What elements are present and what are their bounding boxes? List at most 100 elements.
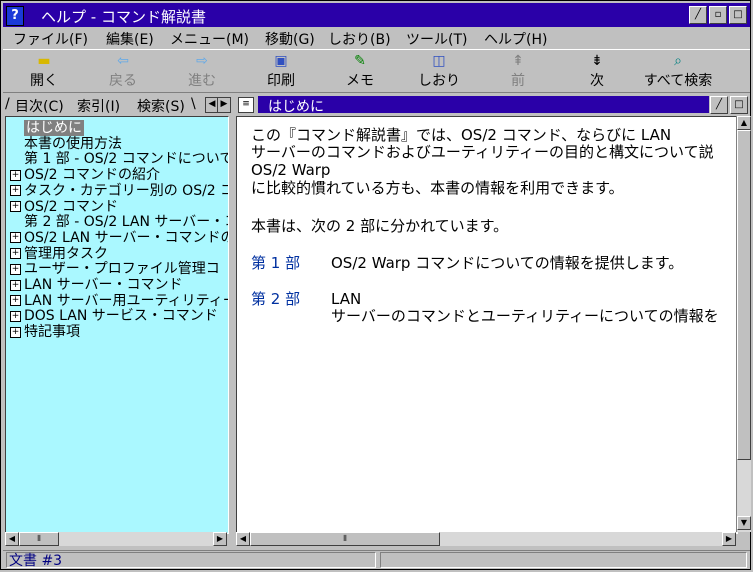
scroll-up-icon[interactable]: ▲: [737, 116, 751, 130]
parts-intro: 本書は、次の 2 部に分かれています。: [251, 217, 509, 235]
tree-item[interactable]: + 管理用タスク: [10, 246, 108, 262]
expand-plus-icon[interactable]: +: [10, 201, 21, 212]
part-1-description: OS/2 Warp コマンドについての情報を提供します。: [331, 254, 684, 272]
menu-tools[interactable]: ツール(T): [406, 29, 467, 49]
hide-window-icon[interactable]: ╱: [689, 6, 707, 24]
expand-plus-icon[interactable]: +: [10, 263, 21, 275]
pushpin-icon: ✎: [354, 53, 366, 69]
tree-item[interactable]: + LAN サーバー用ユーティリティー: [10, 292, 229, 309]
expand-plus-icon[interactable]: +: [10, 326, 21, 338]
next-button[interactable]: ⇟ 次: [567, 52, 627, 90]
forward-button[interactable]: ⇨ 進む: [172, 52, 232, 90]
tree-item-label: OS/2 コマンド: [24, 198, 118, 215]
expand-plus-icon[interactable]: +: [10, 248, 21, 260]
menu-file[interactable]: ファイル(F): [13, 29, 88, 49]
document-title-bar[interactable]: はじめに: [258, 96, 709, 115]
tree-item-label: ユーザー・プロファイル管理コ: [24, 261, 220, 278]
open-button[interactable]: ▬ 開く: [14, 52, 74, 90]
document-header: ≡ はじめに ╱ □: [236, 95, 750, 115]
tab-contents[interactable]: 目次(C): [15, 96, 64, 116]
intro-line: サーバーのコマンドおよびユーティリティーの目的と構文について説: [251, 143, 714, 161]
tree-item[interactable]: + ユーザー・プロファイル管理コ: [10, 261, 220, 277]
expand-plus-icon[interactable]: +: [10, 279, 21, 291]
back-button[interactable]: ⇦ 戻る: [93, 52, 153, 90]
maximize-window-icon[interactable]: □: [729, 6, 747, 24]
toolbar: ▬ 開く ⇦ 戻る ⇨ 進む ▣ 印刷 ✎ メモ ◫ しおり ⇞ 前 ⇟ 次 ⌕…: [3, 49, 750, 93]
tree-item-label: LAN サーバー用ユーティリティー: [24, 292, 229, 309]
menu-bookmarks[interactable]: しおり(B): [328, 29, 391, 49]
left-scroll-thumb[interactable]: ⦀: [19, 532, 59, 546]
tree-item[interactable]: 本書の使用方法: [24, 136, 122, 152]
scroll-left-icon[interactable]: ◀: [236, 532, 250, 546]
scroll-left-icon[interactable]: ◀: [5, 532, 19, 546]
previous-icon: ⇞: [512, 53, 524, 69]
bookmark-button[interactable]: ◫ しおり: [409, 52, 469, 90]
title-bar[interactable]: ? ヘルプ - コマンド解説書 ╱ ▫ □: [3, 3, 750, 27]
status-bar: 文書 #3: [3, 550, 750, 570]
tree-item[interactable]: はじめに: [24, 120, 84, 136]
print-button[interactable]: ▣ 印刷: [251, 52, 311, 90]
tree-item[interactable]: + タスク・カテゴリー別の OS/2 コ: [10, 182, 229, 199]
back-arrow-icon: ⇦: [117, 53, 129, 69]
next-icon: ⇟: [591, 53, 603, 69]
menu-navigate[interactable]: 移動(G): [265, 29, 315, 49]
scroll-right-icon[interactable]: ▶: [213, 532, 227, 546]
menu-help[interactable]: ヘルプ(H): [484, 29, 547, 49]
part-2-description: サーバーのコマンドとユーティリティーについての情報を: [331, 307, 719, 325]
document-icon[interactable]: ≡: [238, 97, 254, 113]
tree-item[interactable]: 第 1 部 - OS/2 コマンドについて: [24, 151, 229, 168]
scroll-down-icon[interactable]: ▼: [737, 516, 751, 530]
tree-item-label: はじめに: [26, 120, 82, 136]
document-vertical-thumb[interactable]: [737, 130, 751, 460]
help-app-icon[interactable]: ?: [6, 6, 24, 26]
expand-plus-icon[interactable]: +: [10, 232, 21, 244]
part-2-description: LAN: [331, 290, 362, 308]
tree-item-label: タスク・カテゴリー別の OS/2 コ: [24, 182, 229, 199]
tab-index[interactable]: 索引(I): [77, 96, 120, 116]
intro-line: OS/2 Warp: [251, 161, 331, 179]
tree-item-label: 本書の使用方法: [24, 135, 122, 152]
menu-edit[interactable]: 編集(E): [106, 29, 154, 49]
open-folder-icon: ▬: [37, 53, 51, 69]
document-horizontal-thumb[interactable]: ⦀: [250, 532, 440, 546]
left-horizontal-scrollbar[interactable]: ◀ ⦀ ▶: [5, 532, 227, 546]
document-maximize-icon[interactable]: □: [730, 96, 748, 114]
tree-item-label: 特記事項: [24, 324, 80, 341]
part-2-link[interactable]: 第 2 部: [251, 291, 300, 308]
tab-scroll-right-icon[interactable]: ▶: [217, 97, 231, 113]
help-window: ? ヘルプ - コマンド解説書 ╱ ▫ □ ファイル(F) 編集(E) メニュー…: [0, 0, 751, 570]
previous-button[interactable]: ⇞ 前: [488, 52, 548, 90]
restore-window-icon[interactable]: ▫: [709, 6, 727, 24]
scroll-right-icon[interactable]: ▶: [722, 532, 736, 546]
document-content: この『コマンド解説書』では、OS/2 コマンド、ならびに LAN サーバーのコマ…: [236, 116, 738, 534]
part-1-link[interactable]: 第 1 部: [251, 255, 300, 272]
tree-item-label: OS/2 LAN サーバー・コマンドの: [24, 229, 229, 246]
search-all-button[interactable]: ⌕ すべて検索: [640, 52, 716, 90]
document-hide-icon[interactable]: ╱: [710, 96, 728, 114]
forward-arrow-icon: ⇨: [196, 53, 208, 69]
document-vertical-scrollbar[interactable]: ▲ ▼: [736, 116, 751, 532]
open-book-icon: ◫: [432, 53, 446, 69]
tree-item[interactable]: + DOS LAN サービス・コマンド: [10, 308, 218, 324]
tree-item[interactable]: + OS/2 LAN サーバー・コマンドの: [10, 229, 229, 246]
tree-item-label: 第 1 部 - OS/2 コマンドについて: [24, 151, 229, 168]
contents-tree-pane[interactable]: はじめに 本書の使用方法第 1 部 - OS/2 コマンドについて + OS/2 コマ…: [5, 116, 229, 534]
tab-search[interactable]: 検索(S): [137, 96, 185, 116]
document-horizontal-scrollbar[interactable]: ◀ ⦀ ▶: [236, 532, 736, 546]
expand-plus-icon[interactable]: +: [10, 295, 21, 307]
printer-icon: ▣: [274, 53, 288, 69]
tree-item-label: 管理用タスク: [24, 245, 108, 262]
tree-item[interactable]: 第 2 部 - OS/2 LAN サーバー・コマ: [24, 214, 228, 230]
navigation-tabs: / 目次(C) 索引(I) 検索(S) \ ◀ ▶: [5, 95, 231, 116]
menu-bar: ファイル(F) 編集(E) メニュー(M) 移動(G) しおり(B) ツール(T…: [3, 28, 750, 48]
expand-plus-icon[interactable]: +: [10, 185, 21, 197]
expand-plus-icon[interactable]: +: [10, 169, 21, 181]
window-title: ヘルプ - コマンド解説書: [41, 8, 206, 26]
tree-item[interactable]: + OS/2 コマンドの紹介: [10, 167, 160, 183]
tree-item[interactable]: + OS/2 コマンド: [10, 199, 118, 215]
expand-plus-icon[interactable]: +: [10, 310, 21, 322]
note-button[interactable]: ✎ メモ: [330, 52, 390, 90]
tree-item[interactable]: + LAN サーバー・コマンド: [10, 277, 182, 293]
menu-options[interactable]: メニュー(M): [170, 29, 249, 49]
tree-item[interactable]: + 特記事項: [10, 324, 80, 340]
